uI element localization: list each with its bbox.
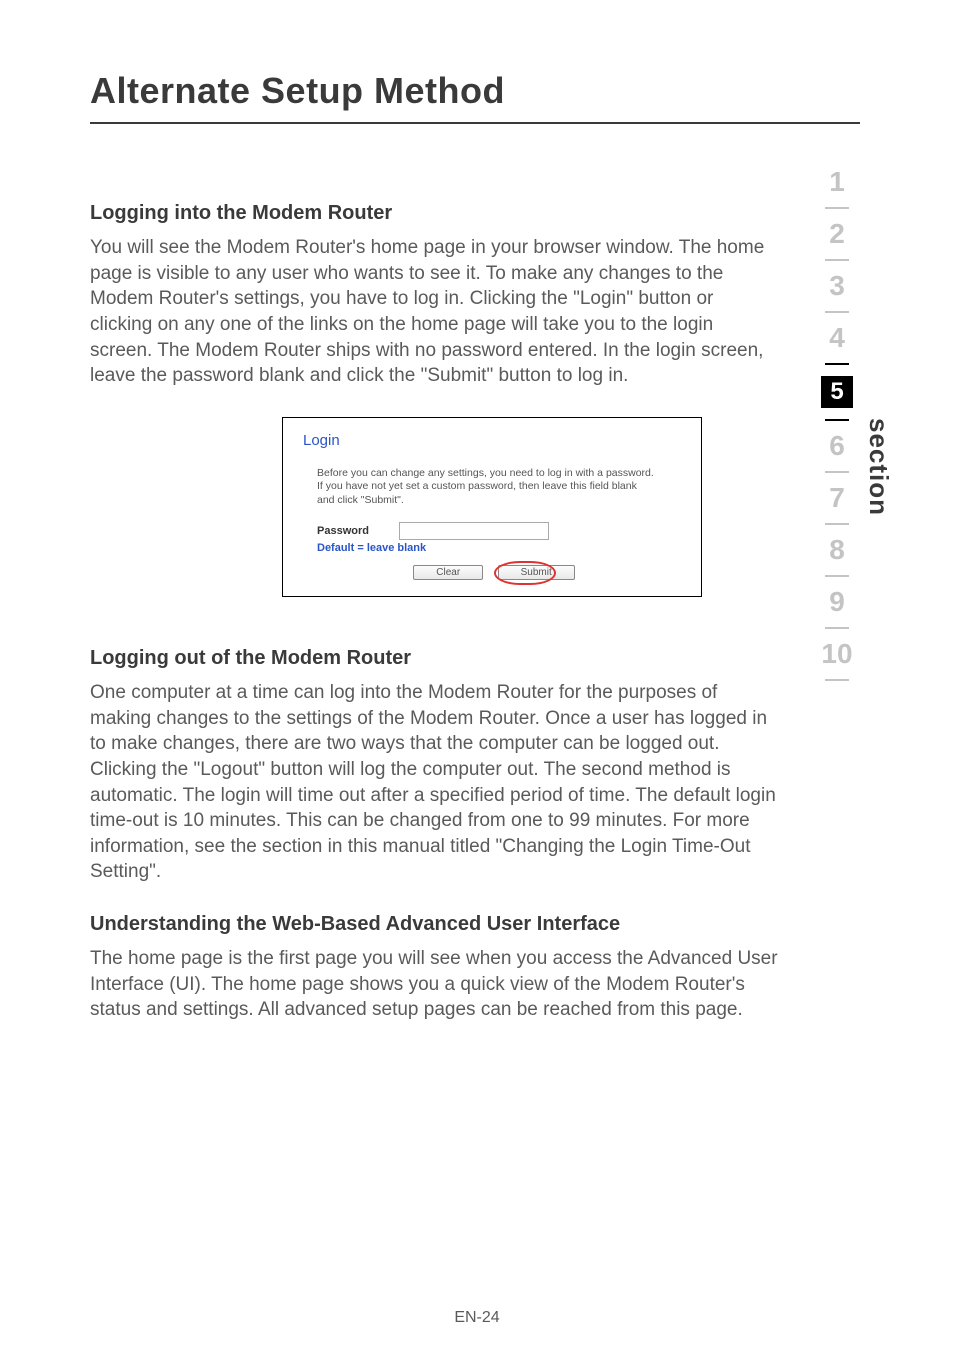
section-nav-item-4[interactable]: 4 xyxy=(829,324,845,352)
heading-logging-out: Logging out of the Modem Router xyxy=(90,647,894,670)
login-title: Login xyxy=(303,432,685,449)
section-nav-item-10[interactable]: 10 xyxy=(821,640,852,668)
nav-separator xyxy=(825,575,849,577)
nav-separator xyxy=(825,311,849,313)
section-label: section xyxy=(863,418,894,516)
nav-separator xyxy=(825,627,849,629)
section-nav-item-3[interactable]: 3 xyxy=(829,272,845,300)
heading-logging-in: Logging into the Modem Router xyxy=(90,202,894,225)
nav-separator xyxy=(825,523,849,525)
nav-separator xyxy=(825,363,849,365)
password-input[interactable] xyxy=(399,522,549,540)
section-nav-item-6[interactable]: 6 xyxy=(829,432,845,460)
nav-separator xyxy=(825,679,849,681)
section-nav-item-8[interactable]: 8 xyxy=(829,536,845,564)
login-description: Before you can change any settings, you … xyxy=(317,467,657,508)
password-label: Password xyxy=(317,525,369,537)
title-rule xyxy=(90,122,860,124)
body-understanding-ui: The home page is the first page you will… xyxy=(90,946,780,1023)
body-logging-in: You will see the Modem Router's home pag… xyxy=(90,235,780,389)
nav-separator xyxy=(825,471,849,473)
heading-understanding-ui: Understanding the Web-Based Advanced Use… xyxy=(90,913,894,936)
section-nav-item-9[interactable]: 9 xyxy=(829,588,845,616)
section-nav-item-1[interactable]: 1 xyxy=(829,168,845,196)
submit-button-label: Submit xyxy=(521,567,552,578)
body-logging-out: One computer at a time can log into the … xyxy=(90,680,780,885)
nav-separator xyxy=(825,259,849,261)
nav-separator xyxy=(825,207,849,209)
section-nav: 1 2 3 4 5 6 7 8 9 10 section xyxy=(821,168,894,692)
login-screenshot: Login Before you can change any settings… xyxy=(282,417,702,597)
page-number: EN-24 xyxy=(0,1309,954,1327)
password-default-hint: Default = leave blank xyxy=(317,542,685,554)
page-title: Alternate Setup Method xyxy=(90,70,894,112)
nav-separator xyxy=(825,419,849,421)
section-nav-item-2[interactable]: 2 xyxy=(829,220,845,248)
submit-button[interactable]: Submit xyxy=(498,565,575,580)
clear-button[interactable]: Clear xyxy=(413,565,483,580)
section-nav-item-5[interactable]: 5 xyxy=(821,376,853,408)
section-nav-item-7[interactable]: 7 xyxy=(829,484,845,512)
